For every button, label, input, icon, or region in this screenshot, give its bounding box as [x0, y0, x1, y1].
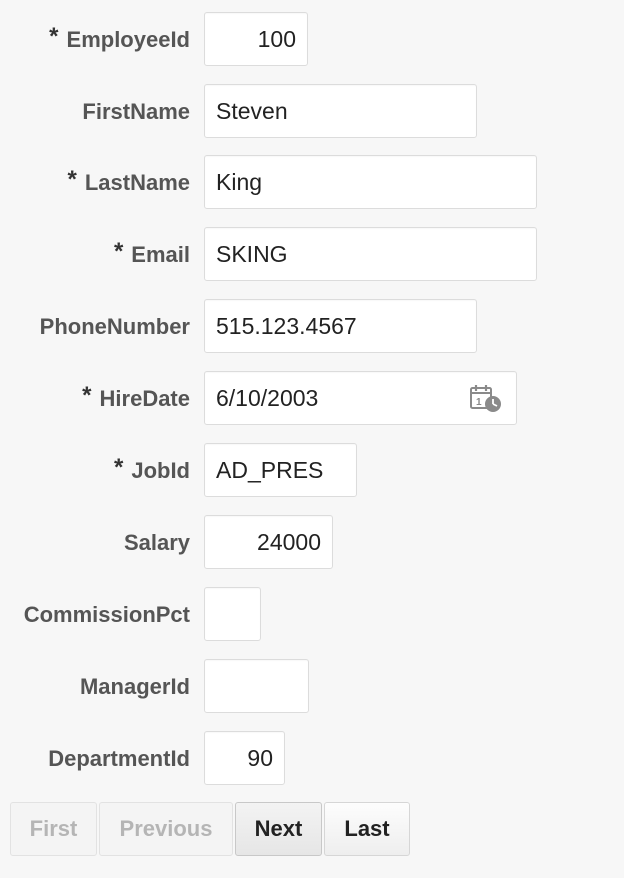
row-employee-id: * EmployeeId 100 — [0, 12, 624, 68]
job-id-field[interactable]: AD_PRES — [204, 443, 357, 497]
hire-date-field[interactable]: 6/10/2003 1 — [204, 371, 517, 425]
row-last-name: * LastName King — [0, 155, 624, 211]
svg-text:1: 1 — [476, 397, 482, 408]
employee-id-field[interactable]: 100 — [204, 12, 308, 66]
row-phone-number: PhoneNumber 515.123.4567 — [0, 299, 624, 355]
employee-id-label: * EmployeeId — [49, 23, 190, 52]
phone-number-label: PhoneNumber — [39, 314, 190, 339]
commission-pct-field[interactable] — [204, 587, 261, 641]
hire-date-value: 6/10/2003 — [216, 385, 319, 411]
salary-label: Salary — [123, 530, 190, 555]
required-marker: * — [113, 454, 124, 481]
first-name-label: FirstName — [82, 99, 190, 124]
required-marker: * — [67, 166, 77, 193]
job-id-label: * JobId — [113, 454, 190, 483]
next-button[interactable]: Next — [235, 802, 322, 856]
first-button[interactable]: First — [10, 802, 97, 856]
row-commission-pct: CommissionPct — [0, 587, 624, 643]
first-name-field[interactable]: Steven — [204, 84, 477, 138]
required-marker: * — [49, 23, 59, 50]
salary-field[interactable]: 24000 — [204, 515, 333, 569]
last-name-field[interactable]: King — [204, 155, 537, 209]
required-marker: * — [113, 238, 124, 265]
row-first-name: FirstName Steven — [0, 84, 624, 140]
required-marker: * — [82, 382, 92, 409]
phone-number-field[interactable]: 515.123.4567 — [204, 299, 477, 353]
hire-date-label: * HireDate — [82, 382, 190, 411]
department-id-label: DepartmentId — [48, 746, 190, 771]
last-name-label: * LastName — [67, 166, 191, 195]
row-email: * Email SKING — [0, 227, 624, 283]
last-button[interactable]: Last — [324, 802, 410, 856]
commission-pct-label: CommissionPct — [23, 602, 190, 627]
manager-id-label: ManagerId — [79, 674, 190, 699]
row-job-id: * JobId AD_PRES — [0, 443, 624, 499]
previous-button[interactable]: Previous — [99, 802, 233, 856]
department-id-field[interactable]: 90 — [204, 731, 285, 785]
row-hire-date: * HireDate 6/10/2003 1 — [0, 371, 624, 427]
email-label: * Email — [113, 238, 190, 267]
manager-id-field[interactable] — [204, 659, 309, 713]
email-field[interactable]: SKING — [204, 227, 537, 281]
calendar-icon[interactable]: 1 — [470, 384, 504, 414]
row-manager-id: ManagerId — [0, 659, 624, 715]
row-department-id: DepartmentId 90 — [0, 731, 624, 787]
row-salary: Salary 24000 — [0, 515, 624, 571]
